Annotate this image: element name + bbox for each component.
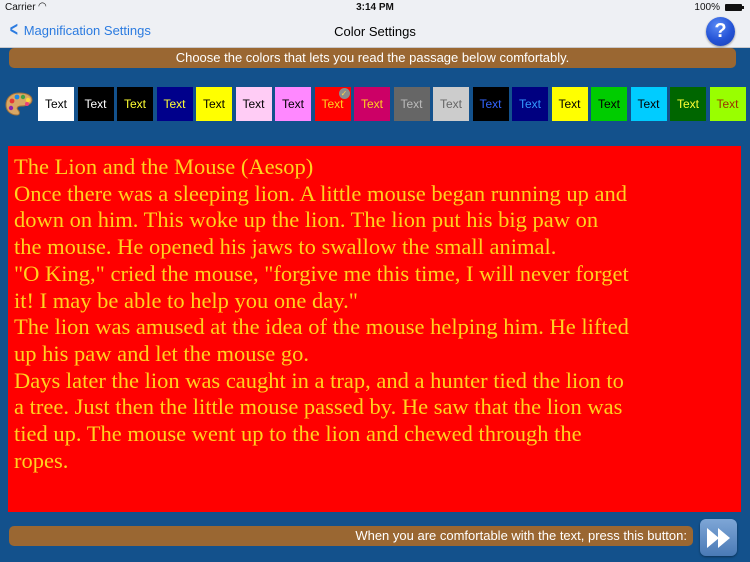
reading-passage: The Lion and the Mouse (Aesop) Once there… — [8, 146, 741, 512]
swatch-label: Text — [716, 97, 739, 111]
selected-check-icon: ✓ — [338, 88, 350, 99]
swatch-label: Text — [281, 97, 304, 111]
passage-title: The Lion and the Mouse (Aesop) — [14, 154, 314, 179]
color-swatch[interactable]: Text — [77, 87, 114, 121]
swatch-label: Text — [123, 97, 146, 111]
passage-line: a tree. Just then the little mouse passe… — [14, 394, 623, 420]
swatch-label: Text — [44, 97, 67, 111]
passage-line: it! I may be able to help you one day." — [14, 287, 358, 313]
swatch-label: Text — [242, 97, 265, 111]
color-swatch[interactable]: Text — [670, 87, 706, 121]
status-bar: Carrier ◠ 3:14 PM 100% — [0, 0, 750, 16]
swatch-label: Text — [558, 97, 581, 111]
color-swatch[interactable]: Text — [472, 87, 509, 121]
color-swatch[interactable]: Text — [591, 87, 627, 121]
swatch-label: Text — [400, 97, 423, 111]
swatch-label: Text — [676, 97, 699, 111]
color-swatch[interactable]: Text — [630, 87, 667, 121]
passage-line: tied up. The mouse went up to the lion a… — [14, 421, 582, 447]
battery-percent: 100% — [694, 2, 720, 13]
continue-prompt: When you are comfortable with the text, … — [9, 526, 693, 546]
page-title: Color Settings — [334, 24, 416, 39]
swatch-label: Text — [518, 97, 541, 111]
color-swatch[interactable]: Text — [709, 87, 746, 121]
color-swatch[interactable]: Text — [354, 87, 390, 121]
color-swatch[interactable]: Text — [156, 87, 193, 121]
color-swatch[interactable]: Text ✓ — [314, 87, 351, 121]
swatch-label: Text — [439, 97, 462, 111]
instructions-banner: Choose the colors that lets you read the… — [9, 48, 736, 68]
passage-line: the mouse. He opened his jaws to swallow… — [14, 234, 557, 260]
color-swatch[interactable]: Text — [117, 87, 153, 121]
swatch-label: Text — [479, 97, 502, 111]
swatch-label: Text — [597, 97, 620, 111]
navigation-bar: < Magnification Settings Color Settings … — [0, 16, 750, 48]
passage-line: down on him. This woke up the lion. The … — [14, 207, 599, 233]
color-swatch[interactable]: Text — [275, 87, 311, 121]
color-swatch[interactable]: Text — [38, 87, 74, 121]
color-swatch[interactable]: Text — [393, 87, 430, 121]
help-button[interactable]: ? — [706, 17, 735, 46]
swatch-label: Text — [360, 97, 383, 111]
color-swatch[interactable]: Text — [433, 87, 469, 121]
color-swatch[interactable]: Text — [235, 87, 272, 121]
swatch-label: Text — [321, 97, 344, 111]
color-swatch[interactable]: Text — [196, 87, 232, 121]
passage-line: "O King," cried the mouse, "forgive me t… — [14, 260, 629, 286]
color-swatch[interactable]: Text — [551, 87, 588, 121]
status-time: 3:14 PM — [356, 2, 394, 13]
passage-line: Days later the lion was caught in a trap… — [14, 367, 624, 393]
color-swatch[interactable]: Text — [512, 87, 548, 121]
passage-line: ropes. — [14, 447, 69, 473]
swatch-label: Text — [637, 97, 660, 111]
swatch-label: Text — [202, 97, 225, 111]
swatch-label: Text — [163, 97, 186, 111]
color-swatch-row: Text Text Text Text Text Text Text Text ✓ Text Tex… — [38, 87, 749, 121]
palette-icon[interactable] — [5, 91, 33, 117]
swatch-label: Text — [84, 97, 107, 111]
passage-line: up his paw and let the mouse go. — [14, 340, 309, 366]
continue-button[interactable] — [700, 519, 737, 556]
passage-line: The lion was amused at the idea of the m… — [14, 314, 629, 340]
fast-forward-icon — [707, 528, 730, 548]
battery-icon — [725, 4, 744, 11]
passage-line: Once there was a sleeping lion. A little… — [14, 180, 627, 206]
